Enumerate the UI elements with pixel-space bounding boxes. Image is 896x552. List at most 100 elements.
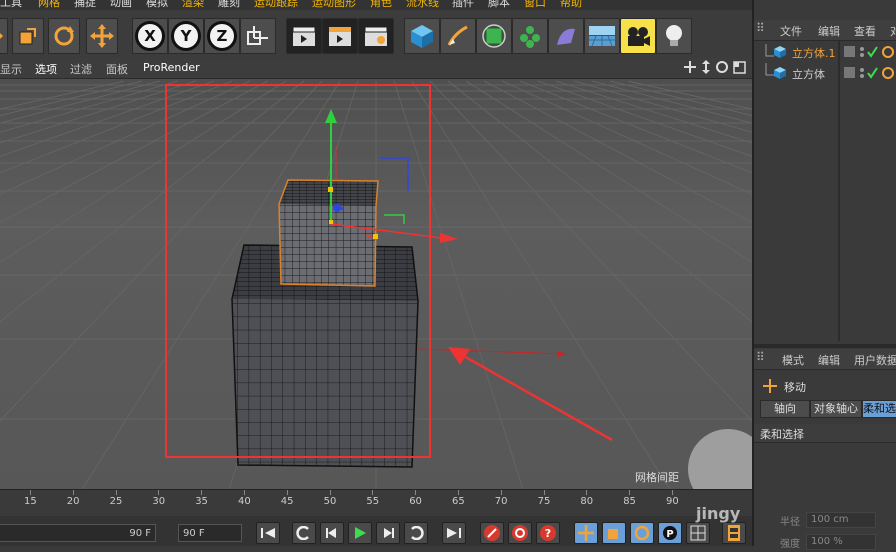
gizmo-z-handle[interactable] [333, 204, 341, 212]
editor-visibility-dot-icon[interactable] [860, 68, 864, 72]
cube-small-selected[interactable] [278, 179, 379, 287]
viewport-menu-options[interactable]: 选项 [35, 61, 57, 77]
objects-menu-view[interactable]: 查看 [854, 23, 876, 39]
key-position-button[interactable] [574, 522, 598, 544]
orbit-icon[interactable] [716, 61, 728, 73]
menu-item-character[interactable]: 角色 [370, 0, 392, 10]
y-axis-lock-button[interactable]: Y [168, 18, 204, 54]
menu-item-plugins[interactable]: 插件 [452, 0, 474, 10]
object-row-cube-1[interactable]: 立方体.1 [754, 42, 896, 62]
viewport-menu-display[interactable]: 显示 [0, 61, 22, 77]
render-visibility-dot-icon[interactable] [860, 53, 864, 57]
record-active-objects-button[interactable] [480, 522, 504, 544]
object-name[interactable]: 立方体.1 [792, 45, 836, 61]
end-frame-field[interactable]: 90 F [178, 524, 242, 542]
auto-keying-button[interactable] [508, 522, 532, 544]
subdivision-button[interactable] [476, 18, 512, 54]
floor-button[interactable] [584, 18, 620, 54]
play-button[interactable] [348, 522, 372, 544]
go-to-end-button[interactable] [442, 522, 466, 544]
menu-item-sculpt[interactable]: 雕刻 [218, 0, 240, 10]
attributes-menu-mode[interactable]: 模式 [782, 352, 804, 368]
render-settings-button[interactable] [358, 18, 394, 54]
timeline-tick-mark [115, 490, 117, 495]
menu-item-help[interactable]: 帮助 [560, 0, 582, 10]
menu-item-pipeline[interactable]: 流水线 [406, 0, 439, 10]
key-rotation-button[interactable] [630, 522, 654, 544]
gizmo-handle-top[interactable] [328, 187, 333, 192]
layer-tag-icon[interactable] [844, 67, 855, 78]
object-row-cube[interactable]: 立方体 [754, 63, 896, 83]
cube-primitive-button[interactable] [404, 18, 440, 54]
menu-item-mograph[interactable]: 运动图形 [312, 0, 356, 10]
pen-spline-button[interactable] [440, 18, 476, 54]
rotate-tool-button[interactable] [48, 18, 80, 54]
deformer-button[interactable] [548, 18, 584, 54]
attributes-menu-user-data[interactable]: 用户数据 [854, 352, 896, 368]
enabled-check-icon[interactable] [867, 67, 878, 79]
panel-splitter[interactable] [754, 344, 896, 348]
move-tool-button[interactable] [86, 18, 118, 54]
camera-button[interactable] [620, 18, 656, 54]
attributes-menu-edit[interactable]: 编辑 [818, 352, 840, 368]
layer-tag-icon[interactable] [844, 46, 855, 57]
timeline-tick-label: 15 [24, 496, 37, 507]
z-axis-lock-button[interactable]: Z [204, 18, 240, 54]
tab-axis[interactable]: 轴向 [760, 400, 810, 418]
mograph-cloner-button[interactable] [512, 18, 548, 54]
go-to-start-button[interactable] [256, 522, 280, 544]
editor-visibility-dot-icon[interactable] [860, 47, 864, 51]
object-name[interactable]: 立方体 [792, 66, 825, 82]
viewport-menu-panel[interactable]: 面板 [106, 61, 128, 77]
menu-item-snap[interactable]: 捕捉 [74, 0, 96, 10]
gizmo-handle-right[interactable] [373, 234, 378, 239]
scale-tool-button[interactable] [12, 18, 44, 54]
objects-menu-file[interactable]: 文件 [780, 23, 802, 39]
strength-field[interactable]: 100 % [806, 534, 876, 550]
render-to-picture-viewer-button[interactable] [322, 18, 358, 54]
previous-frame-button[interactable] [320, 522, 344, 544]
menu-item-script[interactable]: 脚本 [488, 0, 510, 10]
next-frame-button[interactable] [376, 522, 400, 544]
menu-item-tools[interactable]: 工具 [0, 0, 22, 10]
render-view-button[interactable] [286, 18, 322, 54]
move-tool-partial-button[interactable] [0, 18, 8, 54]
timeline-window-button[interactable] [722, 522, 746, 544]
enabled-check-icon[interactable] [867, 46, 878, 58]
panel-grip-icon[interactable]: ⠿ [756, 21, 765, 35]
objects-menu-more[interactable]: 对 [890, 23, 896, 39]
previous-key-button[interactable] [292, 522, 316, 544]
phong-tag-icon[interactable] [882, 46, 894, 58]
3d-viewport[interactable]: 网格间距 [0, 79, 752, 489]
coordinate-system-button[interactable] [240, 18, 276, 54]
menu-item-window[interactable]: 窗口 [524, 0, 546, 10]
panel-grip-icon[interactable]: ⠿ [756, 350, 765, 364]
menu-item-mesh[interactable]: 网格 [38, 0, 60, 10]
preview-end-frame-field[interactable]: 90 F [0, 524, 156, 542]
pan-icon[interactable] [684, 61, 696, 73]
viewport-menu-filter[interactable]: 过滤 [70, 61, 92, 77]
next-key-button[interactable] [404, 522, 428, 544]
menu-item-simulate[interactable]: 模拟 [146, 0, 168, 10]
cube-large-front-face [232, 299, 418, 467]
key-pla-button[interactable] [686, 522, 710, 544]
viewport-menu-prorender[interactable]: ProRender [143, 61, 200, 74]
menu-item-render[interactable]: 渲染 [182, 0, 204, 10]
tab-object-axis[interactable]: 对象轴心 [810, 400, 862, 418]
objects-menu-edit[interactable]: 编辑 [818, 23, 840, 39]
menu-item-animate[interactable]: 动画 [110, 0, 132, 10]
key-parameter-button[interactable]: P [658, 522, 682, 544]
tab-soft-selection[interactable]: 柔和选 [862, 400, 896, 418]
keyframe-selection-button[interactable]: ? [536, 522, 560, 544]
menu-item-motion-tracking[interactable]: 运动跟踪 [254, 0, 298, 10]
render-visibility-dot-icon[interactable] [860, 74, 864, 78]
light-button[interactable] [656, 18, 692, 54]
x-axis-lock-button[interactable]: X [132, 18, 168, 54]
gizmo-center[interactable] [329, 220, 333, 224]
timeline-ruler[interactable]: 15 20 25 30 35 40 45 50 55 60 65 70 75 80 85 90 [0, 489, 752, 516]
phong-tag-icon[interactable] [882, 67, 894, 79]
key-scale-button[interactable] [602, 522, 626, 544]
radius-field[interactable]: 100 cm [806, 512, 876, 528]
maximize-view-icon[interactable] [733, 61, 746, 74]
dolly-icon[interactable] [702, 60, 710, 74]
